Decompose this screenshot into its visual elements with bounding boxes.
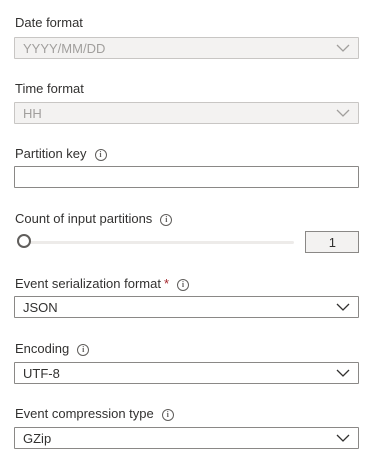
- info-icon[interactable]: i: [161, 409, 174, 421]
- info-icon[interactable]: i: [77, 344, 90, 356]
- compression-dropdown[interactable]: GZip: [14, 427, 359, 449]
- info-icon[interactable]: i: [160, 214, 173, 226]
- encoding-value: UTF-8: [23, 366, 60, 381]
- encoding-label-row: Encoding i: [15, 341, 90, 357]
- time-format-dropdown[interactable]: HH: [14, 102, 359, 124]
- partitions-count-value: 1: [328, 235, 336, 250]
- serialization-label-row: Event serialization format * i: [15, 276, 190, 292]
- date-format-dropdown[interactable]: YYYY/MM/DD: [14, 37, 359, 59]
- time-format-label: Time format: [15, 81, 84, 96]
- info-icon[interactable]: i: [94, 149, 107, 161]
- chevron-down-icon: [336, 44, 350, 52]
- chevron-down-icon: [336, 434, 350, 442]
- serialization-value: JSON: [23, 300, 58, 315]
- compression-value: GZip: [23, 431, 52, 446]
- time-format-value: HH: [23, 106, 42, 121]
- serialization-dropdown[interactable]: JSON: [14, 296, 359, 318]
- partitions-count-box: 1: [305, 231, 359, 253]
- compression-label-row: Event compression type i: [15, 406, 174, 422]
- chevron-down-icon: [336, 303, 350, 311]
- partition-key-label: Partition key: [15, 146, 87, 161]
- chevron-down-icon: [336, 369, 350, 377]
- chevron-down-icon: [336, 109, 350, 117]
- partition-key-label-row: Partition key i: [15, 146, 107, 162]
- info-icon[interactable]: i: [177, 279, 190, 291]
- required-asterisk: *: [163, 276, 170, 291]
- encoding-dropdown[interactable]: UTF-8: [14, 362, 359, 384]
- count-partitions-label: Count of input partitions: [15, 211, 153, 226]
- serialization-label: Event serialization format: [15, 276, 161, 291]
- partition-key-input[interactable]: [14, 166, 359, 188]
- compression-label: Event compression type: [15, 406, 154, 421]
- count-partitions-label-row: Count of input partitions i: [15, 211, 173, 227]
- date-format-value: YYYY/MM/DD: [23, 41, 106, 56]
- partitions-slider-thumb[interactable]: [17, 234, 31, 248]
- date-format-label: Date format: [15, 15, 83, 30]
- encoding-label: Encoding: [15, 341, 70, 356]
- partitions-slider-track[interactable]: [24, 241, 294, 244]
